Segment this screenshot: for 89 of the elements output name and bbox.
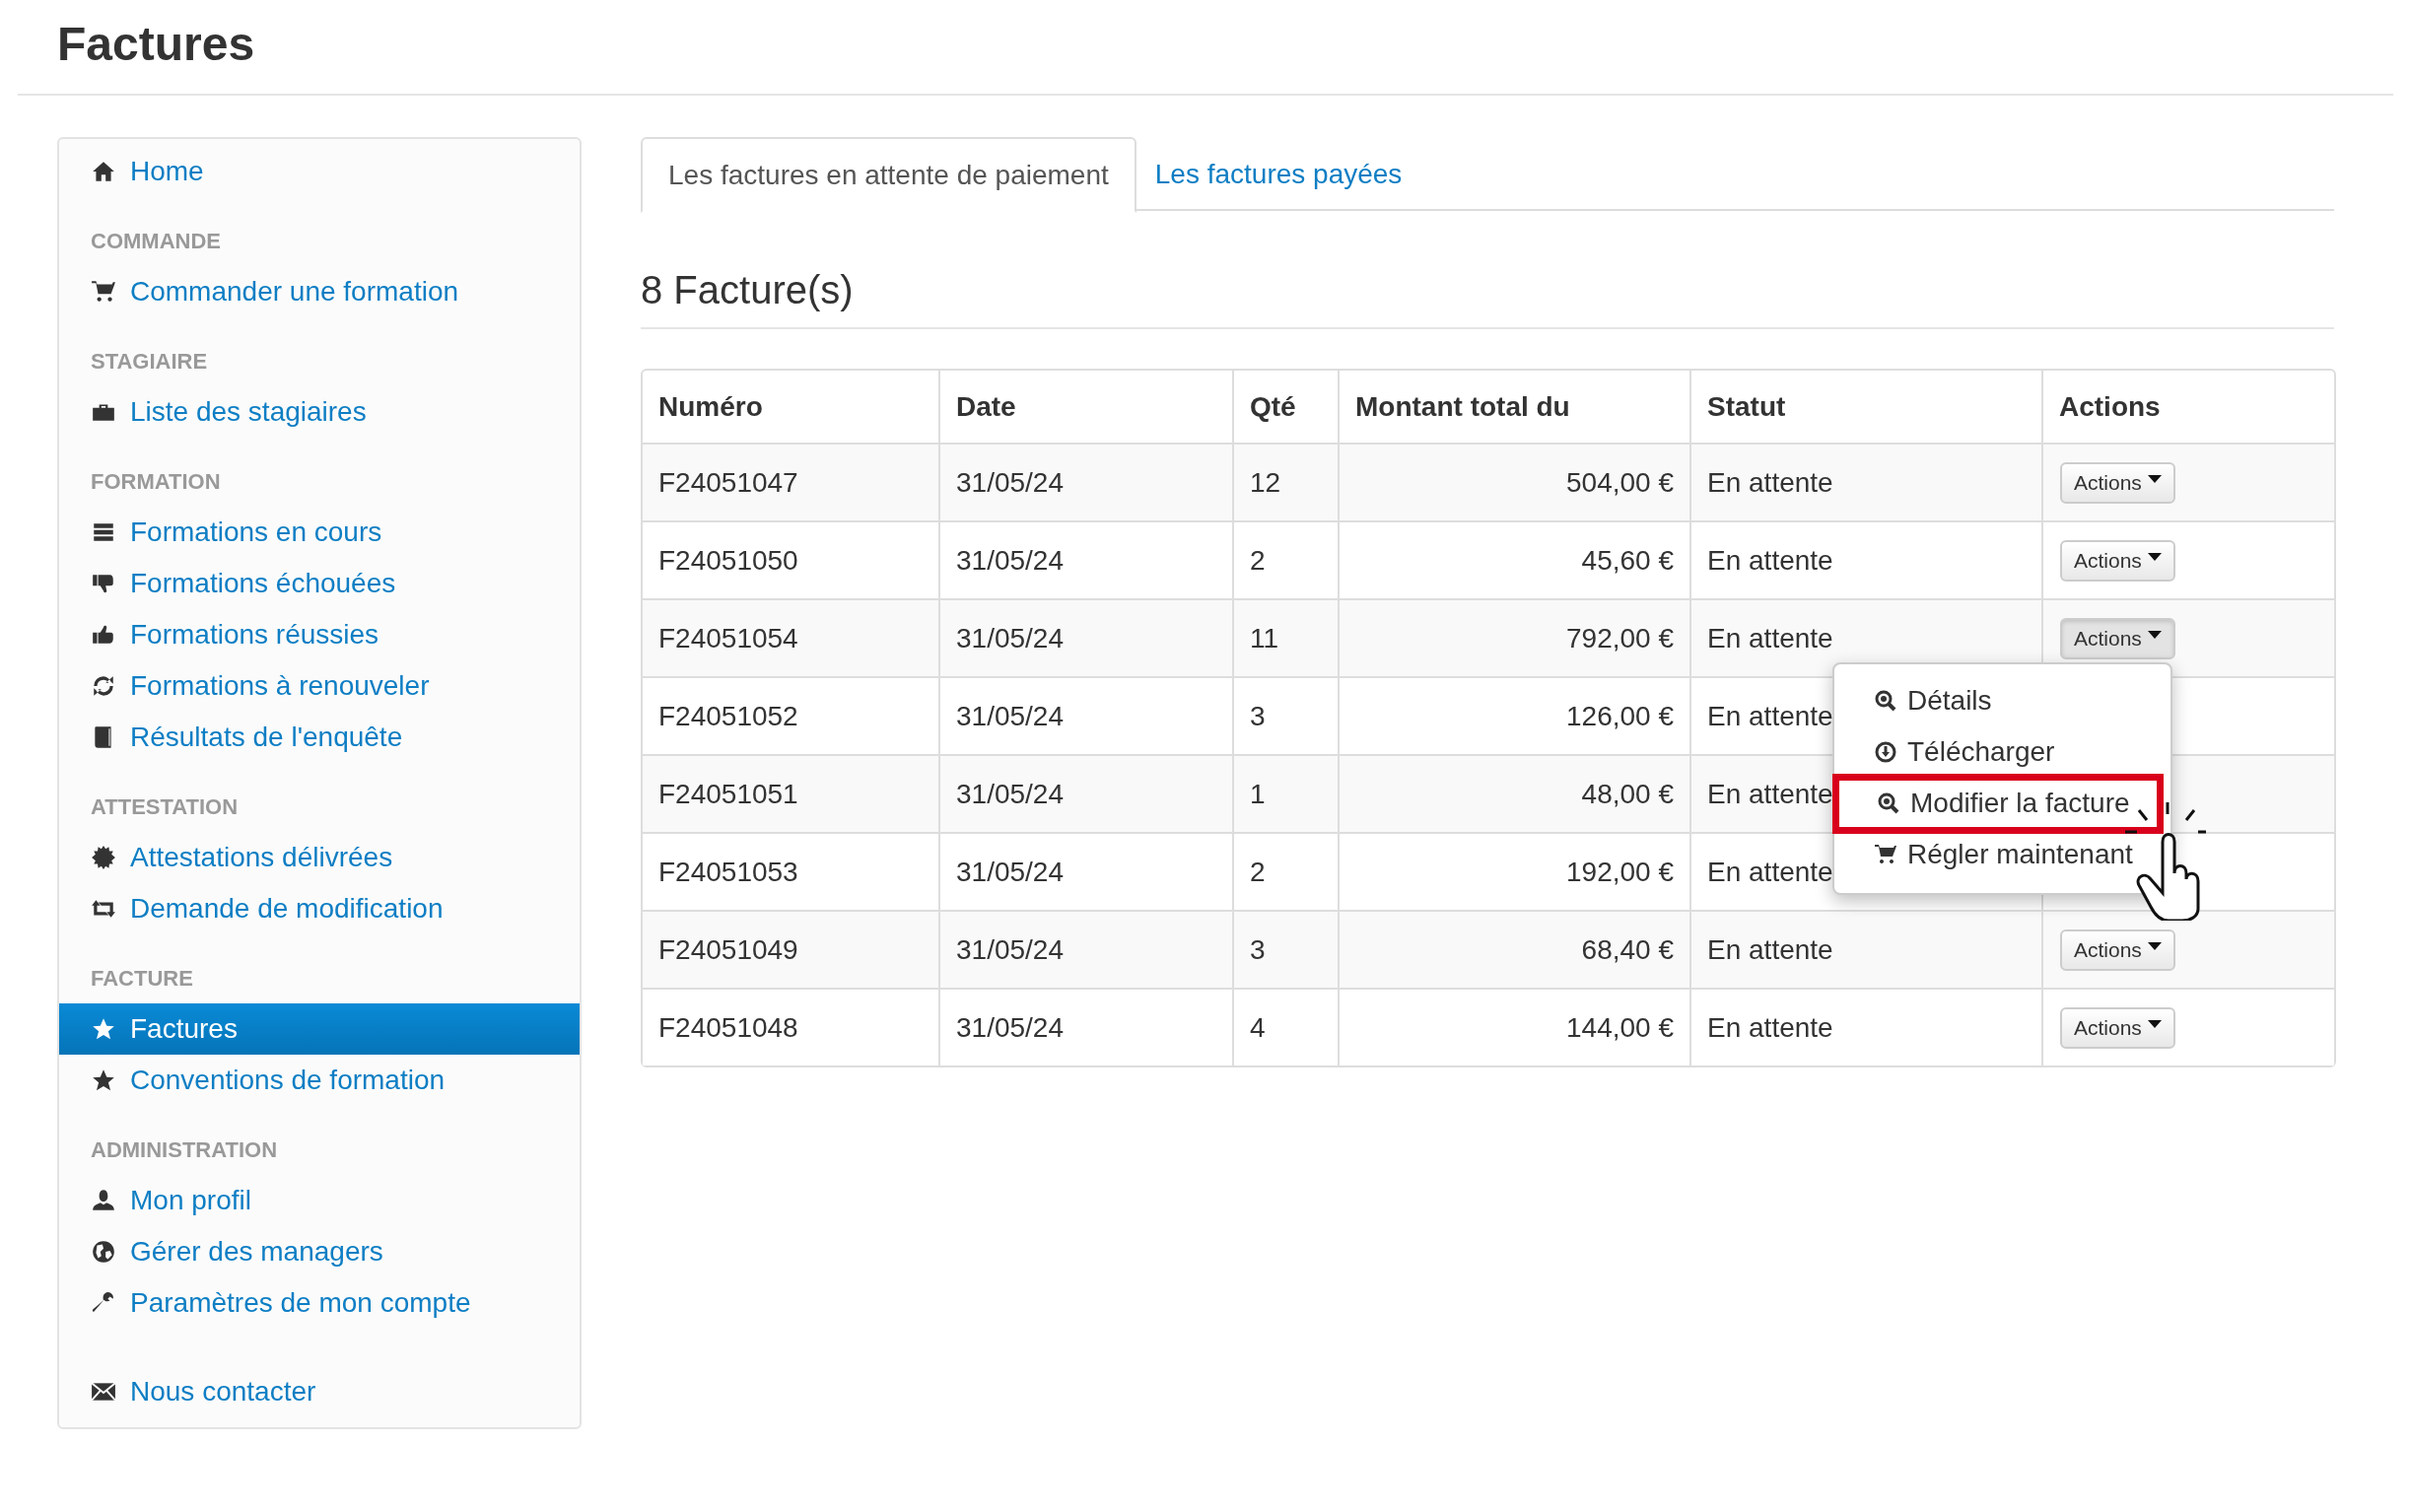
table-cell: 3 (1232, 676, 1338, 754)
section-heading: 8 Facture(s) (641, 267, 854, 313)
sidebar-item[interactable]: Résultats de l'enquête (59, 712, 580, 763)
sidebar-item[interactable]: Formations en cours (59, 507, 580, 558)
download-icon (1874, 740, 1897, 764)
sidebar-section-header: ATTESTATION (91, 792, 239, 821)
actions-dropdown-button[interactable]: Actions (2060, 539, 2175, 582)
table-cell: F24051050 (643, 520, 938, 598)
page-title: Factures (57, 17, 255, 72)
table-cell: En attente (1689, 520, 2041, 598)
table-cell: 792,00 € (1338, 598, 1689, 676)
table-cell: 144,00 € (1338, 988, 1689, 1065)
table-cell: F24051049 (643, 910, 938, 988)
globe-icon (91, 1239, 116, 1265)
table-cell: 504,00 € (1338, 443, 1689, 520)
tab[interactable]: Les factures payées (1136, 137, 1421, 211)
refresh-icon (91, 673, 116, 699)
column-header: Actions (2041, 371, 2334, 443)
table-cell: 31/05/24 (938, 910, 1232, 988)
zoom-icon (1877, 791, 1900, 815)
caret-icon (2147, 941, 2162, 950)
star-icon (91, 1067, 116, 1093)
table-cell: 4 (1232, 988, 1338, 1065)
column-header: Montant total du (1338, 371, 1689, 443)
table-cell: F24051054 (643, 598, 938, 676)
caret-icon (2147, 474, 2162, 483)
sidebar-section-header: FORMATION (91, 467, 221, 496)
sidebar-item[interactable]: Liste des stagiaires (59, 386, 580, 438)
table-cell: 126,00 € (1338, 676, 1689, 754)
table-cell: 192,00 € (1338, 832, 1689, 910)
sidebar-section-header: STAGIAIRE (91, 347, 208, 376)
zoom-icon (1874, 689, 1897, 713)
sidebar-item[interactable]: Formations échouées (59, 558, 580, 609)
table-cell: 31/05/24 (938, 988, 1232, 1065)
table-cell: En attente (1689, 443, 2041, 520)
sidebar-item[interactable]: Factures (59, 1003, 580, 1055)
column-header: Numéro (657, 389, 764, 424)
table-cell: 45,60 € (1338, 520, 1689, 598)
actions-dropdown-button[interactable]: Actions (2060, 1006, 2175, 1049)
table-cell: F24051047 (643, 443, 938, 520)
table-cell: 31/05/24 (938, 754, 1232, 832)
actions-dropdown-button[interactable]: Actions (2060, 928, 2175, 971)
table-cell: F24051052 (643, 676, 938, 754)
sidebar-item[interactable]: Paramètres de mon compte (59, 1277, 580, 1329)
sidebar-section-header: ADMINISTRATION (91, 1135, 278, 1164)
table-cell: 11 (1232, 598, 1338, 676)
table-cell: 31/05/24 (938, 443, 1232, 520)
table-cell: 2 (1232, 520, 1338, 598)
caret-icon (2147, 630, 2162, 639)
cart-icon (91, 279, 116, 305)
table-cell: 48,00 € (1338, 754, 1689, 832)
column-header: Statut (1689, 371, 2041, 443)
table-cell: F24051048 (643, 988, 938, 1065)
star-icon (91, 1016, 116, 1042)
table-cell: 68,40 € (1338, 910, 1689, 988)
table-cell: 2 (1232, 832, 1338, 910)
certificate-icon (91, 845, 116, 870)
user-icon (91, 1188, 116, 1213)
sidebar-item[interactable]: Conventions de formation (59, 1055, 580, 1106)
actions-dropdown-button[interactable]: Actions (2060, 617, 2175, 659)
caret-icon (2147, 552, 2162, 561)
tab[interactable]: Les factures en attente de paiement (641, 137, 1137, 213)
table-cell: En attente (1689, 910, 2041, 988)
caret-icon (2147, 1019, 2162, 1028)
table-cell: 1 (1232, 754, 1338, 832)
cart-icon (1874, 843, 1897, 866)
actions-dropdown-button[interactable]: Actions (2060, 461, 2175, 504)
table-cell: 31/05/24 (938, 676, 1232, 754)
table-cell: F24051053 (643, 832, 938, 910)
sidebar-item[interactable]: Formations réussies (59, 609, 580, 660)
table-cell: 31/05/24 (938, 832, 1232, 910)
table-cell: 31/05/24 (938, 598, 1232, 676)
sidebar-item[interactable]: Nous contacter (59, 1366, 580, 1417)
column-header: Qté (1232, 371, 1338, 443)
sidebar-section-header: FACTURE (91, 964, 193, 993)
sidebar-section-header: COMMANDE (91, 227, 221, 255)
sidebar-item[interactable]: Attestations délivrées (59, 832, 580, 883)
table-cell: 31/05/24 (938, 520, 1232, 598)
table-cell: En attente (1689, 988, 2041, 1065)
sidebar-item[interactable]: Mon profil (59, 1175, 580, 1226)
sidebar-item[interactable]: Home (59, 146, 580, 197)
table-cell: 3 (1232, 910, 1338, 988)
table-cell: 12 (1232, 443, 1338, 520)
sidebar-item[interactable]: Gérer des managers (59, 1226, 580, 1277)
sidebar-item[interactable]: Commander une formation (59, 266, 580, 317)
table-cell: F24051051 (643, 754, 938, 832)
column-header: Date (938, 371, 1232, 443)
sidebar-item[interactable]: Demande de modification (59, 883, 580, 934)
sidebar-item[interactable]: Formations à renouveler (59, 660, 580, 712)
